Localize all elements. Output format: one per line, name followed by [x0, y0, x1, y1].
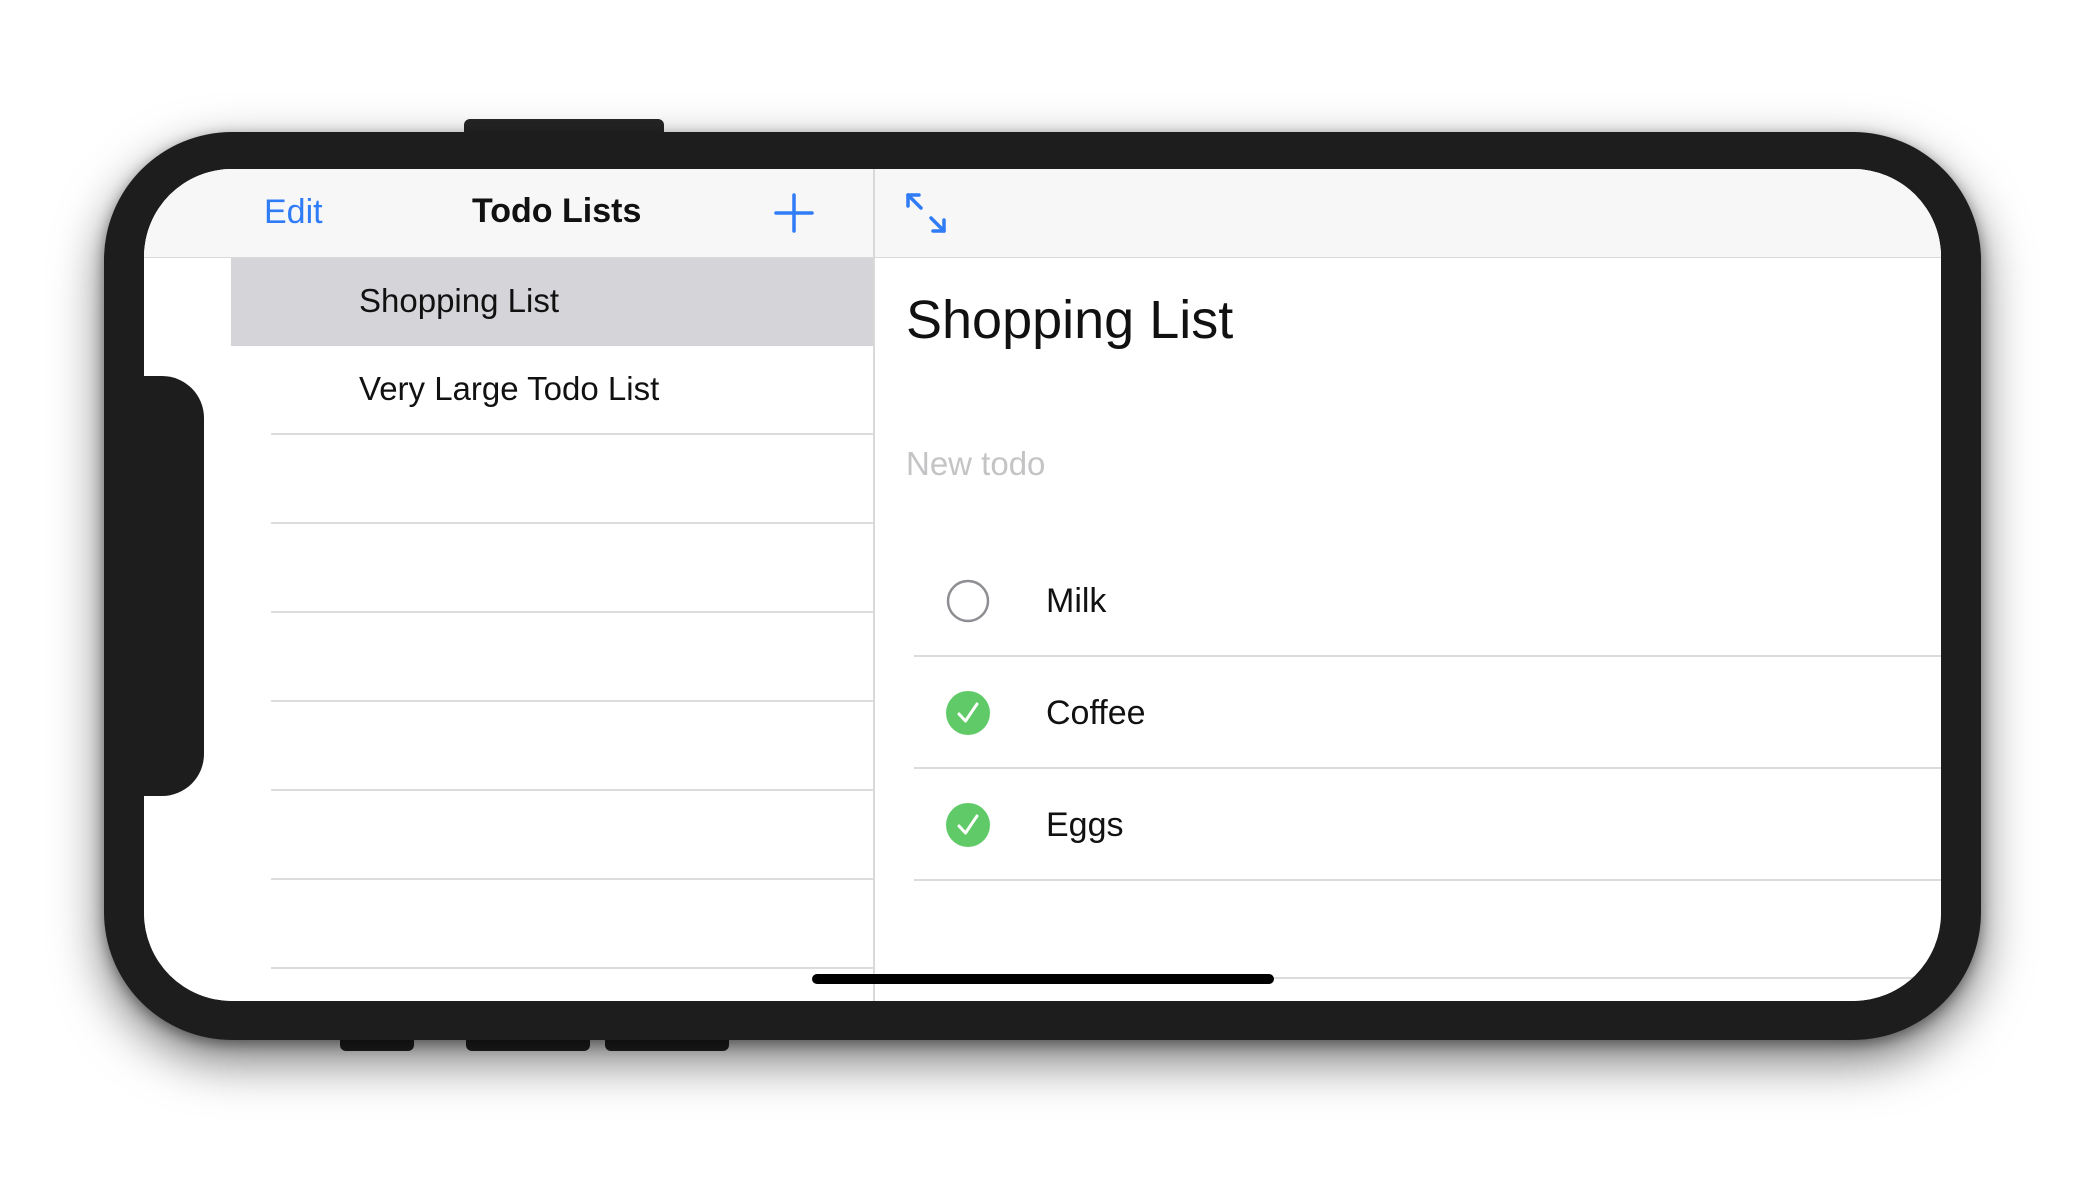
row-separator [271, 878, 873, 880]
expand-button[interactable] [904, 191, 948, 235]
checkmark-circle-icon [946, 691, 990, 735]
row-separator [271, 522, 873, 524]
camera-notch [144, 376, 204, 796]
detail-nav-bar [874, 169, 1941, 258]
add-list-button[interactable] [772, 191, 816, 235]
todo-checkbox[interactable] [946, 579, 990, 623]
device-frame: Edit Todo Lists Shopping List Very Large… [0, 0, 2078, 1182]
edit-button[interactable]: Edit [264, 193, 323, 232]
checkmark-circle-icon [946, 803, 990, 847]
todo-label: Eggs [1046, 806, 1124, 844]
detail-pane: Shopping List Milk Coffee [874, 169, 1941, 1001]
todo-checkbox[interactable] [946, 803, 990, 847]
todo-label: Coffee [1046, 694, 1146, 732]
row-separator [271, 700, 873, 702]
todo-separator [914, 879, 1941, 881]
row-separator [271, 789, 873, 791]
new-todo-input[interactable] [906, 439, 1806, 489]
todo-checkbox[interactable] [946, 691, 990, 735]
list-item[interactable]: Shopping List [231, 258, 873, 346]
todo-label: Milk [1046, 582, 1107, 620]
list-item-label: Shopping List [359, 282, 559, 319]
todo-item[interactable]: Coffee [914, 657, 1941, 769]
todo-item[interactable]: Eggs [914, 769, 1941, 881]
todo-item[interactable]: Milk [914, 545, 1941, 657]
row-separator [271, 967, 873, 969]
page-title: Shopping List [906, 290, 1234, 350]
plus-icon [774, 193, 814, 233]
nav-title: Todo Lists [472, 192, 642, 230]
master-pane: Edit Todo Lists Shopping List Very Large… [144, 169, 873, 1001]
split-divider [873, 169, 875, 1001]
circle-unchecked-icon [946, 579, 990, 623]
master-nav-bar: Edit Todo Lists [144, 169, 873, 258]
home-indicator[interactable] [812, 974, 1274, 984]
list-item-label: Very Large Todo List [359, 370, 660, 407]
list-item[interactable]: Very Large Todo List [231, 346, 873, 434]
screen: Edit Todo Lists Shopping List Very Large… [144, 169, 1941, 1001]
row-separator [271, 433, 873, 435]
row-separator [271, 611, 873, 613]
expand-arrows-icon [906, 193, 946, 233]
